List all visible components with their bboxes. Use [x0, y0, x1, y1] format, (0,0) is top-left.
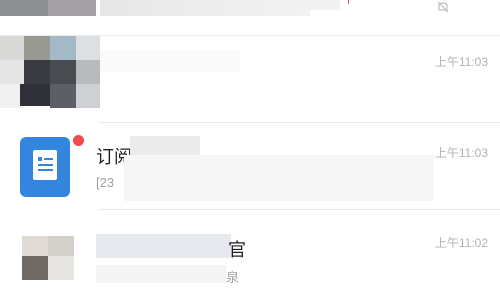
- chat-preview: [23: [96, 175, 115, 190]
- chat-preview-blurred: [96, 265, 226, 283]
- chat-time: 上午11:03: [434, 146, 488, 160]
- chat-row[interactable]: 官 泉 上午11:02: [0, 210, 500, 300]
- chat-row-top[interactable]: [0, 0, 500, 34]
- subscription-avatar: [20, 137, 70, 197]
- chat-time: 上午11:02: [434, 236, 488, 250]
- contact-avatar-blurred: [0, 0, 96, 16]
- chat-name-blurred: [96, 234, 231, 258]
- chat-name-blurred: [100, 0, 310, 16]
- chat-preview-blurred: [124, 155, 434, 201]
- chat-preview-blurred: [300, 0, 340, 10]
- unread-dot: [73, 135, 84, 146]
- chat-name-blurred: [100, 50, 240, 72]
- chat-name: 官: [228, 240, 246, 260]
- chat-time: 上午11:03: [434, 55, 488, 69]
- mute-bell-icon: [437, 1, 449, 13]
- chat-preview: 泉: [226, 270, 240, 285]
- document-icon: [33, 150, 57, 180]
- unread-indicator: [348, 0, 349, 4]
- chat-row[interactable]: 上午11:03: [0, 36, 500, 122]
